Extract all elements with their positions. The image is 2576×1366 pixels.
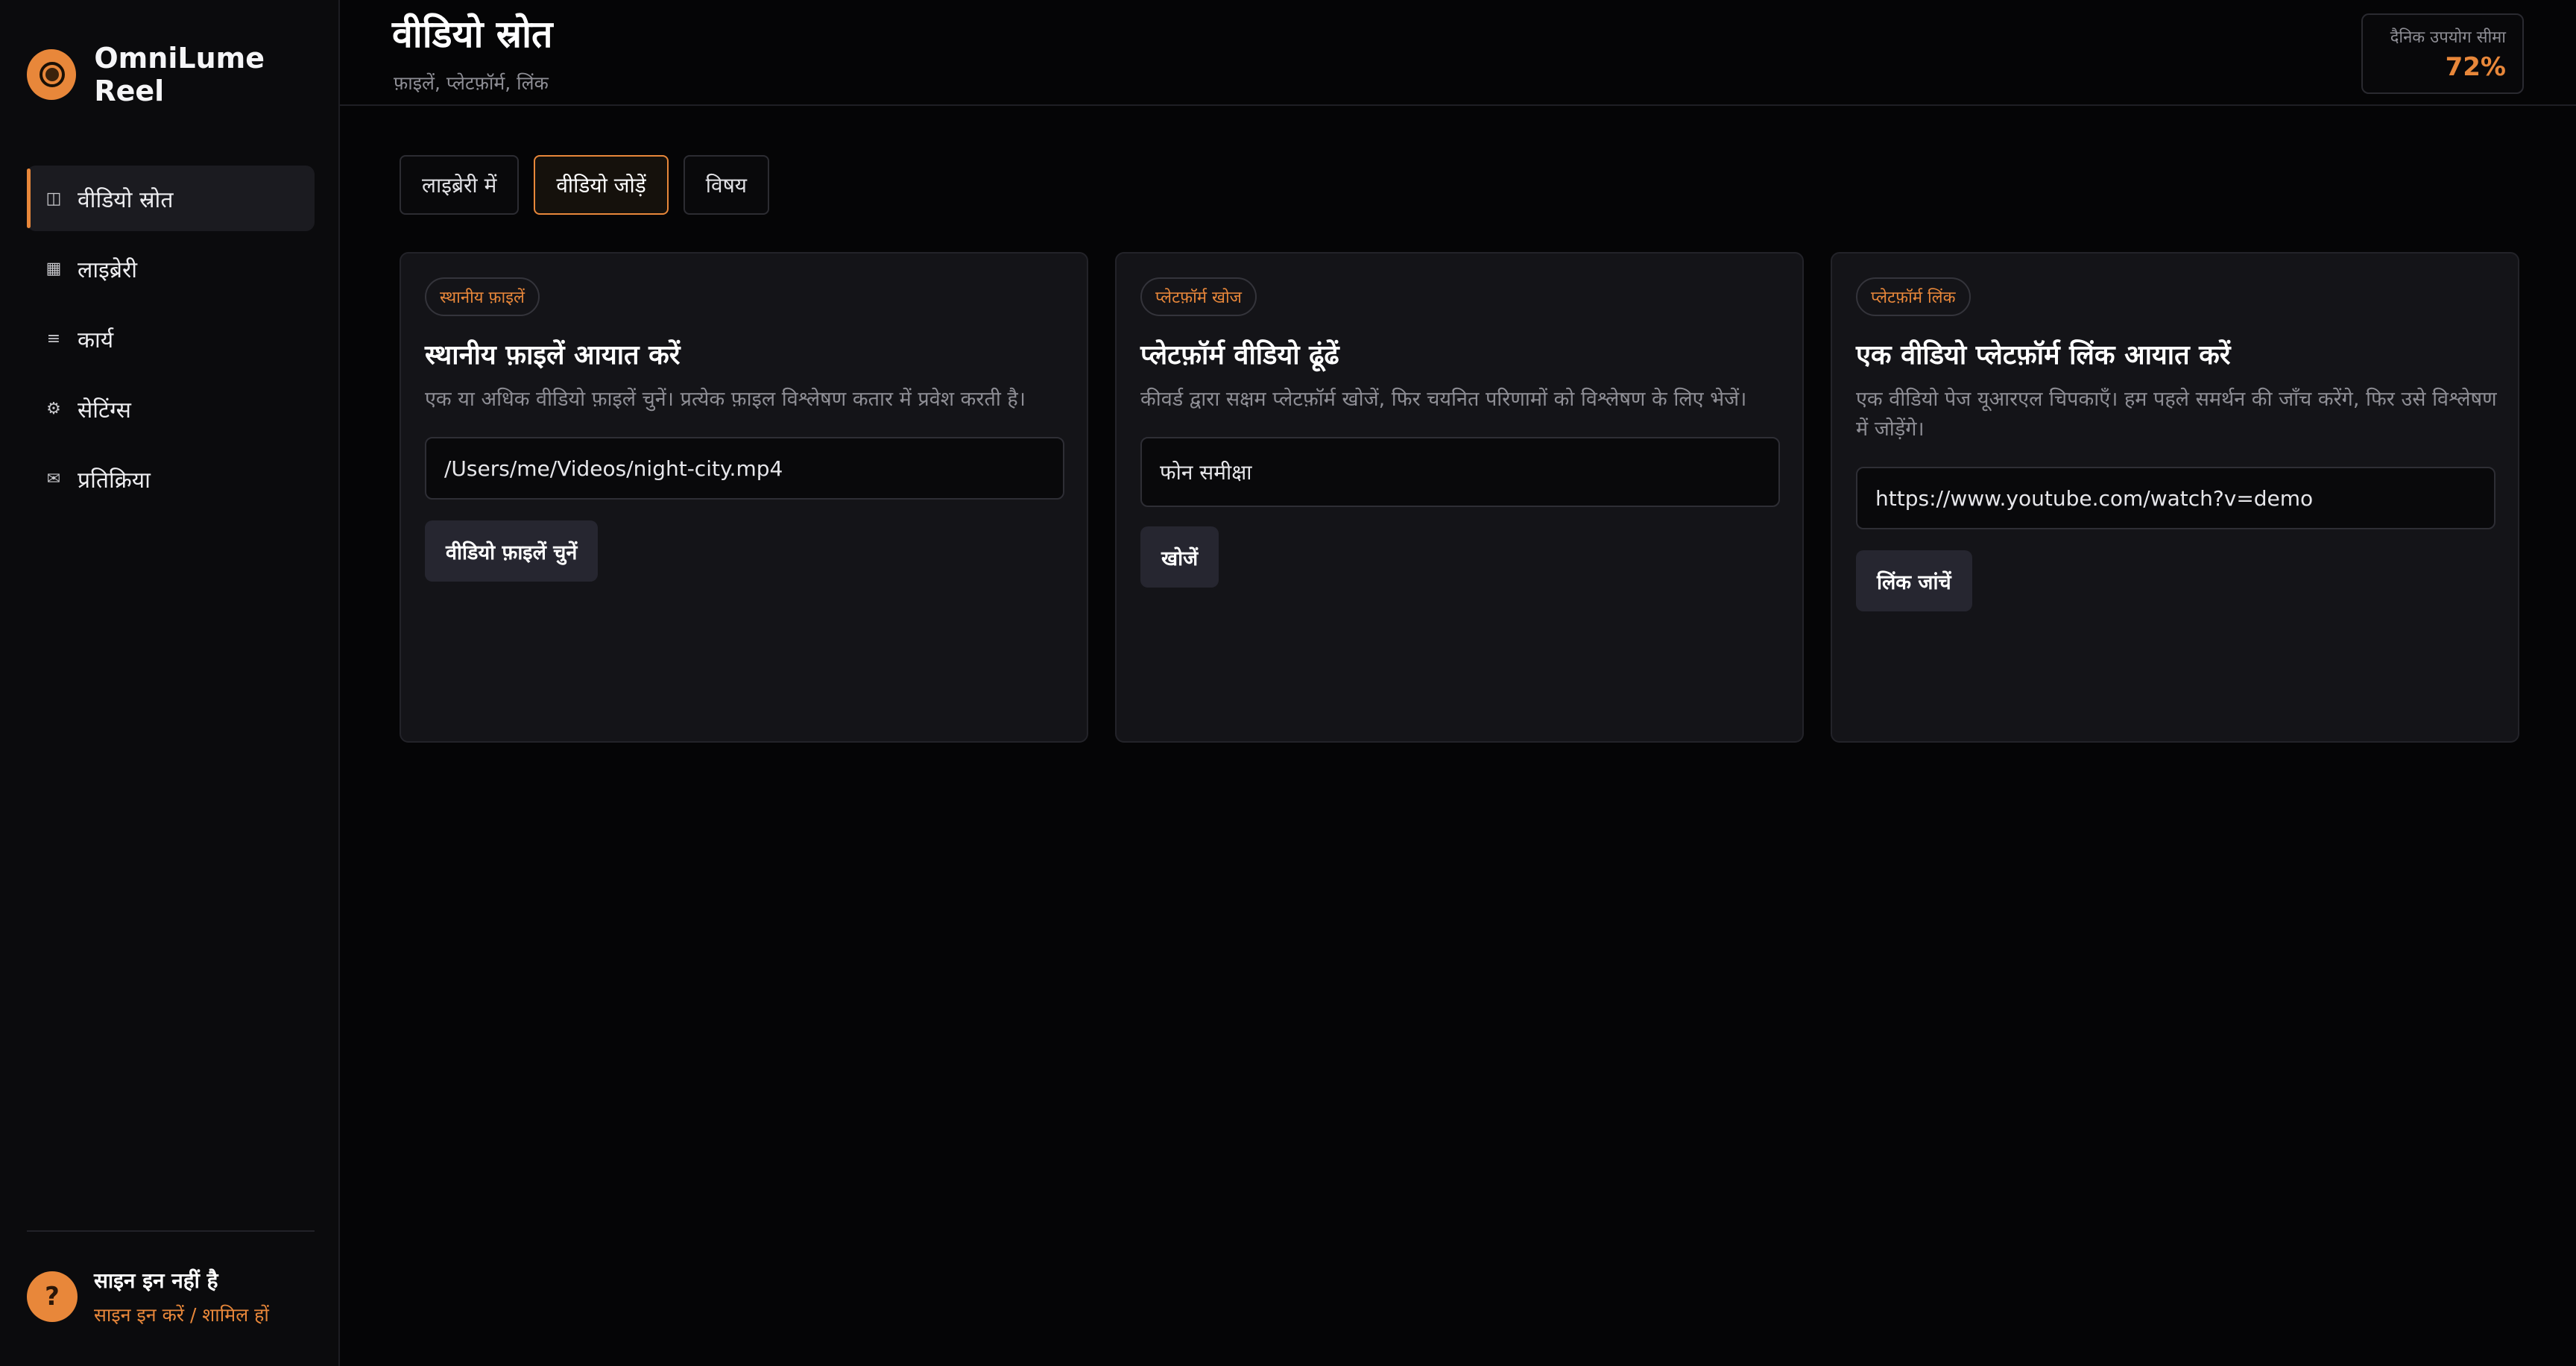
gear-icon: ⚙ [46,399,61,418]
usage-limit-card: दैनिक उपयोग सीमा 72% [2361,13,2524,94]
sidebar-item-label: कार्य [78,327,114,353]
page-title: वीडियो स्रोत [392,13,553,56]
card-title: स्थानीय फ़ाइलें आयात करें [425,340,681,371]
tab-to-library[interactable]: लाइब्रेरी में [400,155,520,215]
sidebar-item-label: वीडियो स्रोत [78,186,174,213]
check-link-button[interactable]: लिंक जांचें [1856,550,1972,611]
library-icon: ▦ [45,259,62,278]
sidebar-item-video-sources[interactable]: ◫ वीडियो स्रोत [27,166,315,231]
sidebar: OmniLume Reel ◫ वीडियो स्रोत ▦ लाइब्रेरी… [0,0,340,1366]
tab-add-video[interactable]: वीडियो जोड़ें [534,155,669,215]
local-files-card: स्थानीय फ़ाइलें स्थानीय फ़ाइलें आयात करे… [400,252,1088,743]
url-input[interactable]: https://www.youtube.com/watch?v=demo [1856,467,2496,529]
card-badge: स्थानीय फ़ाइलें [425,277,540,316]
page-subtitle: फ़ाइलें, प्लेटफ़ॉर्म, लिंक [394,72,549,94]
avatar: ? [27,1271,78,1322]
tab-topics[interactable]: विषय [683,155,770,215]
platform-link-card: प्लेटफ़ॉर्म लिंक एक वीडियो प्लेटफ़ॉर्म ल… [1831,252,2519,743]
sidebar-divider [27,1230,315,1232]
sidebar-item-label: सेटिंग्स [78,397,131,424]
columns-icon: ◫ [45,189,62,208]
logo-icon [27,49,77,100]
app-name: OmniLume Reel [94,42,265,107]
sidebar-item-label: प्रतिक्रिया [78,467,151,494]
card-title: एक वीडियो प्लेटफ़ॉर्म लिंक आयात करें [1856,340,2231,371]
sign-in-link[interactable]: साइन इन करें / शामिल हों [94,1302,269,1327]
search-button[interactable]: खोजें [1140,526,1219,588]
sidebar-item-settings[interactable]: ⚙ सेटिंग्स [27,376,315,441]
user-text: साइन इन नहीं है साइन इन करें / शामिल हों [94,1266,269,1327]
search-input[interactable]: फोन समीक्षा [1140,437,1780,507]
user-panel[interactable]: ? साइन इन नहीं है साइन इन करें / शामिल ह… [27,1266,269,1327]
usage-label: दैनिक उपयोग सीमा [2390,28,2506,47]
sidebar-item-feedback[interactable]: ✉ प्रतिक्रिया [27,446,315,512]
sidebar-item-library[interactable]: ▦ लाइब्रेरी [27,236,315,301]
list-icon: ≡ [46,329,61,348]
brand[interactable]: OmniLume Reel [27,42,338,107]
mail-icon: ✉ [46,469,61,488]
sidebar-item-label: लाइब्रेरी [78,256,138,283]
page-header: वीडियो स्रोत फ़ाइलें, प्लेटफ़ॉर्म, लिंक … [340,0,2576,106]
user-status: साइन इन नहीं है [94,1268,218,1293]
tab-bar: लाइब्रेरी में वीडियो जोड़ें विषय [400,155,784,215]
choose-video-files-button[interactable]: वीडियो फ़ाइलें चुनें [425,520,599,582]
card-description: एक वीडियो पेज यूआरएल चिपकाएँ। हम पहले सम… [1856,388,2497,441]
card-description: कीवर्ड द्वारा सक्षम प्लेटफ़ॉर्म खोजें, फ… [1140,388,1747,411]
platform-search-card: प्लेटफ़ॉर्म खोज प्लेटफ़ॉर्म वीडियो ढूंढे… [1115,252,1804,743]
card-description: एक या अधिक वीडियो फ़ाइलें चुनें। प्रत्ये… [425,388,1026,411]
card-title: प्लेटफ़ॉर्म वीडियो ढूंढें [1140,340,1339,371]
card-badge: प्लेटफ़ॉर्म लिंक [1856,277,1971,316]
sidebar-item-tasks[interactable]: ≡ कार्य [27,306,315,371]
card-badge: प्लेटफ़ॉर्म खोज [1140,277,1257,316]
file-path-input[interactable]: /Users/me/Videos/night-city.mp4 [425,437,1064,500]
usage-value: 72% [2445,52,2506,82]
sidebar-nav: ◫ वीडियो स्रोत ▦ लाइब्रेरी ≡ कार्य ⚙ सेट… [27,166,315,516]
